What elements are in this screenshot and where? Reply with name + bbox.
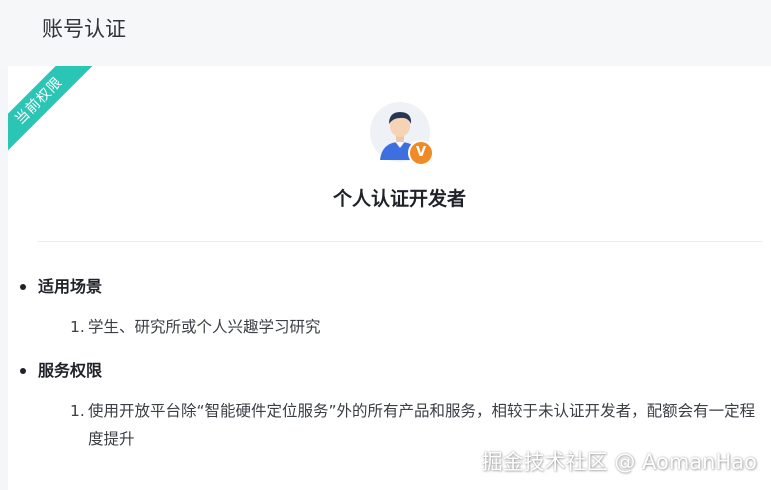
page-header: 账号认证 xyxy=(0,0,771,66)
page-title: 账号认证 xyxy=(42,17,126,41)
ribbon-label: 当前权限 xyxy=(8,66,102,164)
section-heading: 适用场景 xyxy=(20,275,760,299)
section-heading-label: 服务权限 xyxy=(38,361,103,380)
list-item-number: 1. xyxy=(70,318,85,336)
section-heading: 服务权限 xyxy=(20,359,760,383)
current-permission-ribbon: 当前权限 xyxy=(8,66,108,166)
watermark: 掘金技术社区 @ AomanHao xyxy=(481,450,757,474)
section-service-permissions: 服务权限 1. 使用开放平台除“智能硬件定位服务”外的所有产品和服务，相较于未认… xyxy=(20,359,760,453)
list-item-text: 学生、研究所或个人兴趣学习研究 xyxy=(88,318,321,336)
list-item: 1. 学生、研究所或个人兴趣学习研究 xyxy=(20,313,760,341)
role-title: 个人认证开发者 xyxy=(332,188,466,210)
list-item: 1. 使用开放平台除“智能硬件定位服务”外的所有产品和服务，相较于未认证开发者，… xyxy=(20,397,760,453)
list-item-number: 1. xyxy=(70,402,85,420)
section-heading-label: 适用场景 xyxy=(38,277,103,296)
list-item-text: 使用开放平台除“智能硬件定位服务”外的所有产品和服务，相较于未认证开发者，配额会… xyxy=(88,402,756,448)
bullet-icon xyxy=(20,284,26,290)
bullet-icon xyxy=(20,368,26,374)
divider xyxy=(38,241,762,242)
section-use-cases: 适用场景 1. 学生、研究所或个人兴趣学习研究 xyxy=(20,275,760,341)
certification-card: 当前权限 V 个人认证开发者 适用场景 1. 学生、研究所或个人兴趣学习研究 服… xyxy=(8,66,771,490)
verified-badge: V xyxy=(408,140,434,166)
